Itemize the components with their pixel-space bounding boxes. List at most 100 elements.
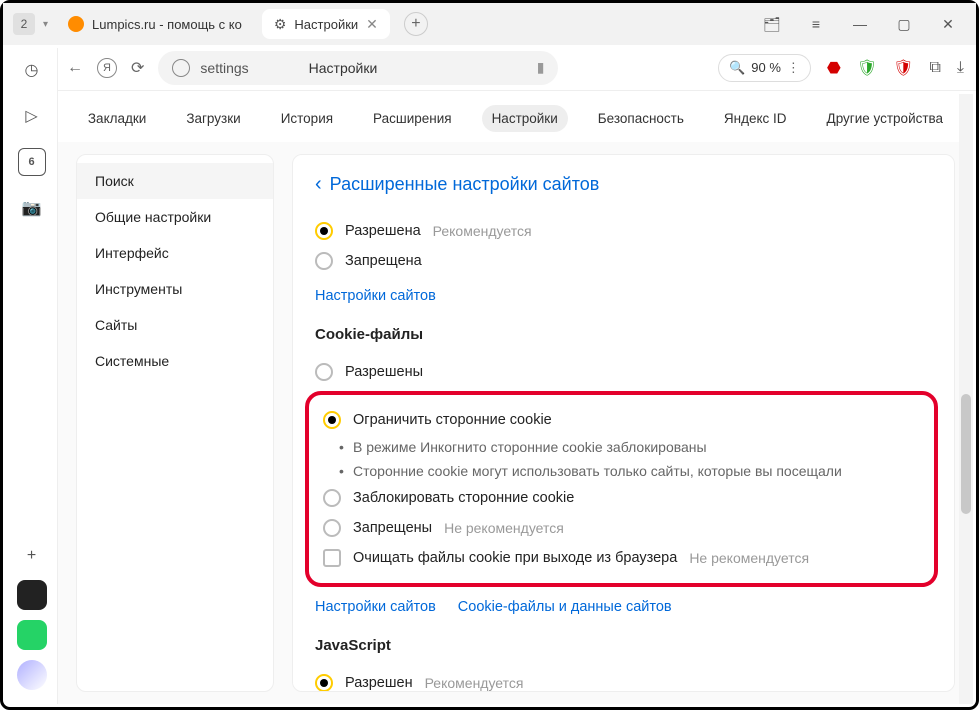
nav-yandex-id[interactable]: Яндекс ID — [714, 105, 797, 132]
window-maximize-button[interactable]: ▢ — [886, 6, 922, 42]
radio-icon[interactable] — [315, 252, 333, 270]
add-shortcut-button[interactable]: + — [18, 542, 46, 570]
settings-pane: Расширенные настройки сайтов Разрешена Р… — [292, 154, 955, 692]
cookie-opt-limit[interactable]: Ограничить сторонние cookie — [323, 405, 920, 435]
scrollbar[interactable] — [959, 94, 973, 704]
option-hint: Рекомендуется — [433, 223, 532, 239]
site-settings-link[interactable]: Настройки сайтов — [315, 599, 436, 615]
option-forbidden[interactable]: Запрещена — [315, 246, 932, 276]
pane-back-heading[interactable]: Расширенные настройки сайтов — [315, 173, 932, 196]
option-label: Запрещены — [353, 520, 432, 536]
sidebar-item-sites[interactable]: Сайты — [77, 307, 273, 343]
scrollbar-thumb[interactable] — [961, 394, 971, 514]
tabs-counter-icon[interactable]: 6 — [18, 148, 46, 176]
tab-lumpics[interactable]: Lumpics.ru - помощь с ко — [56, 9, 254, 39]
extensions-icon[interactable]: ⧉ — [929, 59, 940, 77]
reload-button[interactable]: ⟳ — [131, 58, 144, 78]
left-sidebar-strip: ◷ ▷ 6 📷 + — [6, 48, 58, 704]
yandex-logo-icon[interactable]: Я — [97, 58, 117, 78]
settings-top-nav: Закладки Загрузки История Расширения Нас… — [58, 94, 973, 142]
nav-downloads[interactable]: Загрузки — [176, 105, 250, 132]
sidebar-item-search[interactable]: Поиск — [77, 163, 273, 199]
option-label: Разрешена — [345, 223, 421, 239]
cookie-data-link[interactable]: Cookie-файлы и данные сайтов — [458, 599, 672, 615]
globe-icon — [172, 59, 190, 77]
menu-icon[interactable]: ≡ — [798, 6, 834, 42]
radio-icon[interactable] — [315, 222, 333, 240]
cookie-clear-on-exit[interactable]: Очищать файлы cookie при выходе из брауз… — [323, 543, 920, 573]
camera-icon[interactable]: 📷 — [18, 194, 46, 222]
option-allowed[interactable]: Разрешена Рекомендуется — [315, 216, 932, 246]
tab-count-badge[interactable]: 2 — [13, 13, 35, 35]
protect-shield-icon[interactable]: 🛡 — [857, 58, 877, 78]
radio-icon[interactable] — [323, 519, 341, 537]
cookie-opt-forbidden[interactable]: Запрещены Не рекомендуется — [323, 513, 920, 543]
window-minimize-button[interactable]: — — [842, 6, 878, 42]
downloads-icon[interactable]: ⤓ — [957, 59, 964, 77]
nav-other-devices[interactable]: Другие устройства — [817, 105, 954, 132]
chevron-down-icon[interactable]: ▾ — [43, 19, 48, 30]
address-bar-input[interactable]: settings Настройки ▮ — [158, 51, 558, 85]
sidebar-item-system[interactable]: Системные — [77, 343, 273, 379]
settings-sidebar: Поиск Общие настройки Интерфейс Инструме… — [76, 154, 274, 692]
sidebar-item-interface[interactable]: Интерфейс — [77, 235, 273, 271]
radio-icon[interactable] — [323, 411, 341, 429]
nav-settings[interactable]: Настройки — [482, 105, 568, 132]
site-favicon-icon — [68, 16, 84, 32]
adblock-shield-icon[interactable]: ⬣ — [827, 58, 841, 78]
sidebar-item-general[interactable]: Общие настройки — [77, 199, 273, 235]
section-js-title: JavaScript — [315, 637, 932, 654]
title-bar: 2 ▾ Lumpics.ru - помощь с ко ⚙ Настройки… — [3, 3, 976, 45]
option-label: Разрешен — [345, 675, 413, 691]
option-label: Разрешены — [345, 364, 423, 380]
url-text: settings — [200, 60, 248, 76]
reader-icon[interactable]: 🗂 — [754, 6, 790, 42]
play-icon[interactable]: ▷ — [18, 102, 46, 130]
security-shield-icon[interactable]: 🛡 — [893, 58, 913, 78]
radio-icon[interactable] — [315, 363, 333, 381]
option-label: Запрещена — [345, 253, 422, 269]
option-hint: Не рекомендуется — [689, 550, 809, 566]
nav-extensions[interactable]: Расширения — [363, 105, 462, 132]
back-button[interactable]: ← — [67, 59, 83, 77]
option-label: Заблокировать сторонние cookie — [353, 490, 574, 506]
option-hint: Не рекомендуется — [444, 520, 564, 536]
js-opt-allowed[interactable]: Разрешен Рекомендуется — [315, 668, 932, 692]
cookie-subnote-1: В режиме Инкогнито сторонние cookie забл… — [323, 435, 920, 459]
zoom-indicator[interactable]: 🔍 90 % ⋮ — [718, 54, 811, 82]
clock-icon[interactable]: ◷ — [18, 56, 46, 84]
radio-icon[interactable] — [315, 674, 333, 692]
cookie-subnote-2: Сторонние cookie могут использовать толь… — [323, 459, 920, 483]
tab-label: Lumpics.ru - помощь с ко — [92, 17, 242, 32]
zoom-lens-icon: 🔍 — [729, 60, 745, 76]
section-cookies-title: Cookie-файлы — [315, 326, 932, 343]
alice-assistant-icon[interactable] — [17, 660, 47, 690]
url-page-title: Настройки — [309, 60, 378, 76]
close-tab-icon[interactable]: ✕ — [366, 16, 378, 33]
tab-label: Настройки — [294, 17, 358, 32]
bookmark-icon[interactable]: ▮ — [537, 59, 545, 76]
address-bar: ← Я ⟳ settings Настройки ▮ 🔍 90 % ⋮ ⬣ 🛡 … — [55, 45, 976, 91]
zoom-value: 90 % — [751, 60, 781, 75]
site-settings-link[interactable]: Настройки сайтов — [315, 288, 436, 304]
gear-icon: ⚙ — [274, 16, 287, 33]
tab-settings[interactable]: ⚙ Настройки ✕ — [262, 9, 390, 39]
nav-security[interactable]: Безопасность — [588, 105, 694, 132]
nav-history[interactable]: История — [271, 105, 343, 132]
new-tab-button[interactable]: + — [404, 12, 428, 36]
radio-icon[interactable] — [323, 489, 341, 507]
checkbox-icon[interactable] — [323, 549, 341, 567]
option-label: Ограничить сторонние cookie — [353, 412, 552, 428]
window-close-button[interactable]: ✕ — [930, 6, 966, 42]
option-hint: Рекомендуется — [425, 675, 524, 691]
app-shortcut-1[interactable] — [17, 580, 47, 610]
option-label: Очищать файлы cookie при выходе из брауз… — [353, 550, 677, 566]
nav-bookmarks[interactable]: Закладки — [78, 105, 156, 132]
app-shortcut-whatsapp[interactable] — [17, 620, 47, 650]
zoom-menu-icon[interactable]: ⋮ — [787, 60, 800, 76]
sidebar-item-tools[interactable]: Инструменты — [77, 271, 273, 307]
cookie-opt-block[interactable]: Заблокировать сторонние cookie — [323, 483, 920, 513]
highlighted-callout: Ограничить сторонние cookie В режиме Инк… — [305, 391, 938, 587]
content-area: Закладки Загрузки История Расширения Нас… — [58, 94, 973, 704]
cookie-opt-allowed[interactable]: Разрешены — [315, 357, 932, 387]
